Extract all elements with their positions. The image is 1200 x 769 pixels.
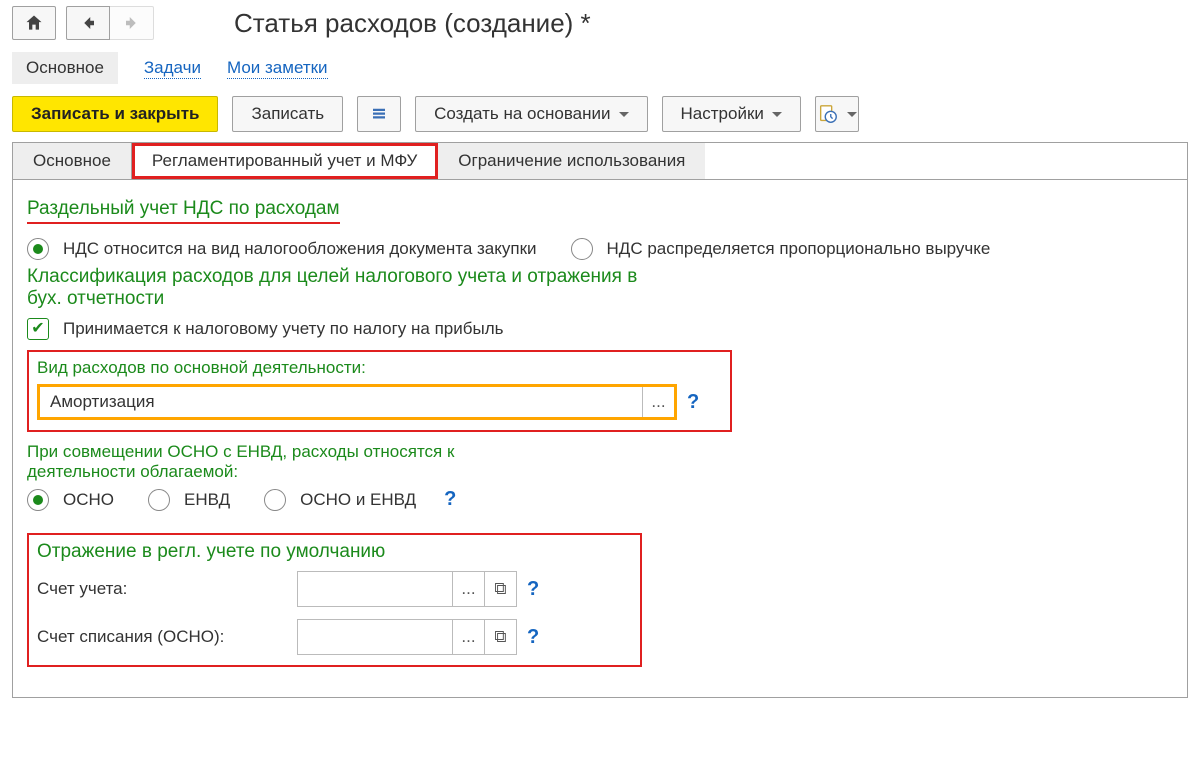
writeoff-help[interactable]: ? — [527, 626, 557, 649]
section-title-vat: Раздельный учет НДС по расходам — [27, 198, 340, 224]
radio-osno-label[interactable]: ОСНО — [63, 490, 114, 510]
save-and-close-button[interactable]: Записать и закрыть — [12, 96, 218, 132]
expense-kind-value: Амортизация — [40, 392, 642, 412]
arrow-right-icon — [123, 14, 141, 32]
arrow-left-icon — [79, 14, 97, 32]
writeoff-input[interactable]: ... ⧉ — [297, 619, 517, 655]
account-input[interactable]: ... ⧉ — [297, 571, 517, 607]
combine-help[interactable]: ? — [444, 488, 456, 511]
tab-restrictions[interactable]: Ограничение использования — [438, 143, 705, 179]
section-link-main[interactable]: Основное — [12, 52, 118, 84]
home-icon — [24, 13, 44, 33]
history-button[interactable] — [815, 96, 859, 132]
page-title: Статья расходов (создание) * — [234, 8, 591, 39]
back-button[interactable] — [66, 6, 110, 40]
settings-button[interactable]: Настройки — [662, 96, 801, 132]
expense-kind-label: Вид расходов по основной деятельности: — [37, 358, 722, 378]
section-link-notes[interactable]: Мои заметки — [227, 58, 328, 79]
list-icon — [370, 105, 388, 123]
expense-kind-help[interactable]: ? — [687, 391, 699, 414]
checkbox-tax[interactable] — [27, 318, 49, 340]
expense-kind-input[interactable]: Амортизация ... — [37, 384, 677, 420]
writeoff-open[interactable]: ⧉ — [484, 620, 516, 654]
account-open[interactable]: ⧉ — [484, 572, 516, 606]
document-clock-icon — [817, 103, 839, 125]
home-button[interactable] — [12, 6, 56, 40]
account-help[interactable]: ? — [527, 578, 557, 601]
radio-vat-rev-label[interactable]: НДС распределяется пропорционально выруч… — [607, 239, 991, 259]
forward-button — [110, 6, 154, 40]
radio-both-label[interactable]: ОСНО и ЕНВД — [300, 490, 416, 510]
writeoff-label: Счет списания (ОСНО): — [37, 627, 287, 647]
list-button[interactable] — [357, 96, 401, 132]
radio-envd-label[interactable]: ЕНВД — [184, 490, 230, 510]
radio-both[interactable] — [264, 489, 286, 511]
checkbox-tax-label[interactable]: Принимается к налоговому учету по налогу… — [63, 319, 503, 339]
writeoff-picker[interactable]: ... — [452, 620, 484, 654]
create-based-on-button[interactable]: Создать на основании — [415, 96, 647, 132]
account-label: Счет учета: — [37, 579, 287, 599]
radio-envd[interactable] — [148, 489, 170, 511]
account-picker[interactable]: ... — [452, 572, 484, 606]
section-title-class: Классификация расходов для целей налогов… — [27, 266, 667, 310]
section-link-tasks[interactable]: Задачи — [144, 58, 201, 79]
tab-main[interactable]: Основное — [13, 143, 132, 179]
tab-reg-accounting[interactable]: Регламентированный учет и МФУ — [132, 143, 438, 179]
expense-kind-picker[interactable]: ... — [642, 387, 674, 417]
radio-vat-rev[interactable] — [571, 238, 593, 260]
save-button[interactable]: Записать — [232, 96, 343, 132]
combine-title: При совмещении ОСНО с ЕНВД, расходы отно… — [27, 442, 547, 482]
radio-vat-doc-label[interactable]: НДС относится на вид налогообложения док… — [63, 239, 537, 259]
radio-vat-doc[interactable] — [27, 238, 49, 260]
radio-osno[interactable] — [27, 489, 49, 511]
accounts-title: Отражение в регл. учете по умолчанию — [37, 541, 632, 563]
